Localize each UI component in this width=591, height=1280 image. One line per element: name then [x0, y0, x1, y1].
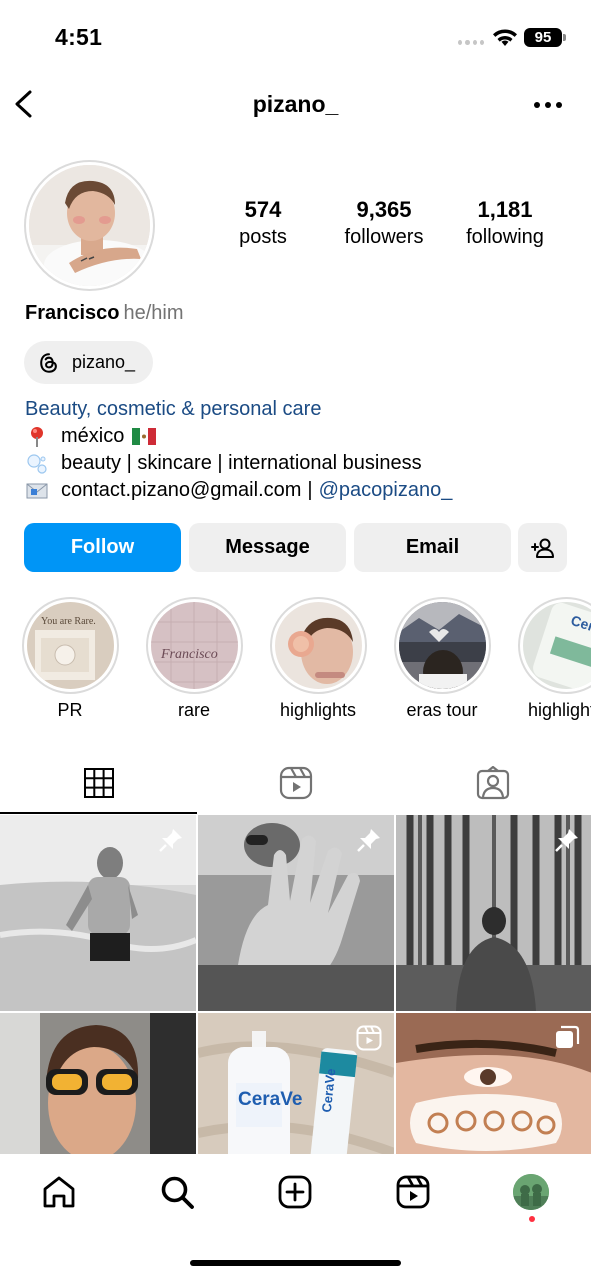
more-options-icon[interactable]	[534, 102, 562, 110]
home-indicator[interactable]	[190, 1260, 401, 1266]
highlight-label-rare: rare	[177, 700, 210, 720]
post-6-carousel[interactable]	[396, 1013, 591, 1155]
battery-indicator: 95	[524, 28, 566, 47]
profile-pronouns: he/him	[123, 302, 184, 324]
highlight-highlights-2-image: CeraVe	[522, 602, 591, 689]
threads-icon	[40, 352, 57, 373]
pinned-icon	[357, 829, 380, 852]
email-button[interactable]: Email	[354, 523, 511, 572]
bio-mention-link[interactable]: @pacopizano_	[319, 477, 453, 504]
bio-line-interests: beauty | skincare | international busine…	[25, 450, 452, 477]
reels-icon	[396, 1175, 430, 1209]
profile-name-row: Francisco he/him	[25, 302, 184, 325]
bio-email: contact.pizano@gmail.com	[61, 479, 302, 501]
tagged-icon	[476, 766, 509, 800]
profile-avatar-ring[interactable]	[24, 160, 155, 291]
suggested-users-button[interactable]	[518, 523, 567, 572]
highlight-pr-text: You are Rare.	[41, 616, 96, 627]
profile-avatar	[513, 1174, 549, 1210]
reels-icon	[279, 766, 312, 800]
highlight-rare[interactable]: Francisco rare	[132, 597, 256, 721]
tab-tagged[interactable]	[394, 752, 591, 814]
highlight-eras-tour[interactable]: eras tour	[380, 597, 504, 721]
stat-following[interactable]: 1,181 following	[445, 196, 565, 250]
post-pinned-3[interactable]	[396, 815, 591, 1011]
highlight-label-pr: PR	[57, 700, 83, 720]
tab-reels[interactable]	[197, 752, 394, 814]
profile-name: Francisco	[25, 302, 120, 324]
bio-interests: beauty | skincare | international busine…	[61, 452, 422, 474]
home-icon	[43, 1176, 75, 1208]
nav-search[interactable]	[157, 1172, 197, 1212]
profile-tabs	[0, 752, 591, 814]
nav-home[interactable]	[39, 1172, 79, 1212]
nav-reels[interactable]	[393, 1172, 433, 1212]
nav-profile[interactable]	[511, 1172, 551, 1212]
tab-posts-grid[interactable]	[0, 752, 197, 814]
highlight-eras-tour-image	[398, 602, 486, 689]
highlight-rare-text: Francisco	[160, 647, 218, 662]
post-4[interactable]	[0, 1013, 196, 1155]
post-pinned-2[interactable]	[198, 815, 394, 1011]
create-icon	[278, 1175, 312, 1209]
profile-header: pizano_	[0, 80, 591, 130]
posts-grid: CeraVe CeraVe	[0, 815, 591, 1155]
stat-posts[interactable]: 574 posts	[203, 196, 323, 250]
stat-following-label: following	[466, 226, 544, 248]
stat-posts-label: posts	[239, 226, 287, 248]
bio-line-contact: contact.pizano@gmail.com | @pacopizano_	[25, 477, 452, 504]
pinned-icon	[159, 829, 182, 852]
grid-icon	[83, 768, 114, 798]
highlight-pr[interactable]: You are Rare. PR	[8, 597, 132, 721]
profile-category[interactable]: Beauty, cosmetic & personal care	[25, 396, 452, 423]
reel-badge-icon	[356, 1025, 382, 1051]
add-person-icon	[530, 538, 554, 558]
highlight-rare-image: Francisco	[150, 602, 238, 689]
profile-avatar	[29, 165, 150, 286]
highlight-highlights[interactable]: highlights	[256, 597, 380, 721]
mexico-flag-icon	[132, 428, 157, 445]
active-tab-indicator	[0, 812, 197, 814]
stat-posts-value: 574	[244, 197, 282, 222]
pin-emoji-icon	[25, 426, 49, 448]
highlight-label-highlights: highlights	[279, 700, 357, 720]
stat-followers[interactable]: 9,365 followers	[324, 196, 444, 250]
bio-separator: |	[307, 479, 313, 501]
stat-following-value: 1,181	[477, 197, 533, 222]
bio-location: méxico	[61, 425, 125, 447]
bubbles-emoji-icon	[25, 453, 49, 475]
profile-bio: Beauty, cosmetic & personal care méxico …	[25, 396, 452, 504]
stat-followers-label: followers	[344, 226, 424, 248]
post-5-reel[interactable]: CeraVe CeraVe	[198, 1013, 394, 1155]
nav-create[interactable]	[275, 1172, 315, 1212]
status-bar: 4:51 95	[0, 0, 591, 76]
threads-link[interactable]: pizano_	[24, 341, 153, 384]
page-title: pizano_	[252, 91, 339, 117]
carousel-badge-icon	[556, 1025, 580, 1048]
follow-button[interactable]: Follow	[24, 523, 181, 572]
highlight-highlights-2[interactable]: CeraVe highlights	[504, 597, 591, 721]
search-icon	[161, 1176, 194, 1209]
wifi-icon	[493, 29, 517, 46]
envelope-emoji-icon	[25, 482, 49, 500]
story-highlights: You are Rare. PR Francisco rare highligh…	[0, 597, 591, 727]
highlight-label-eras-tour: eras tour	[406, 700, 478, 720]
bio-line-location: méxico	[25, 423, 452, 450]
status-time: 4:51	[55, 24, 103, 50]
post-pinned-1[interactable]	[0, 815, 196, 1011]
cellular-signal-icon	[458, 40, 484, 46]
stat-followers-value: 9,365	[356, 197, 412, 222]
highlight-label-highlights-2: highlights	[527, 700, 591, 720]
highlight-highlights-image	[274, 602, 362, 689]
highlight-pr-image: You are Rare.	[26, 602, 114, 689]
post-cerave-left-text: CeraVe	[238, 1089, 302, 1110]
threads-handle: pizano_	[72, 352, 136, 372]
notification-dot	[529, 1216, 535, 1222]
message-button[interactable]: Message	[189, 523, 346, 572]
pinned-icon	[555, 829, 578, 852]
